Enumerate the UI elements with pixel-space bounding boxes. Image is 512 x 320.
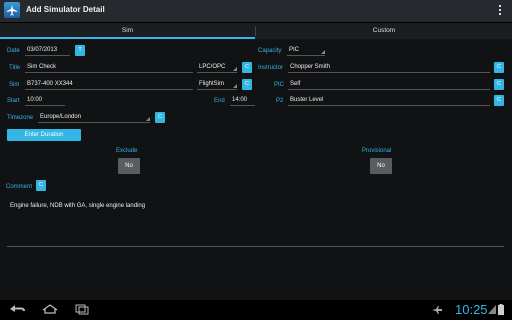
comment-label: Comment [6,184,33,190]
instructor-field[interactable]: Chopper Smith [288,61,490,73]
exclude-toggle[interactable]: No [118,158,140,174]
p2-field[interactable]: Buster Level [288,94,490,106]
pic-value: Self [290,81,301,87]
date-field[interactable]: 03/07/2013 [25,44,70,56]
end-label: End [214,98,225,104]
instructor-label: Instructor [258,65,284,71]
battery-icon [498,304,504,315]
start-label: Start [7,98,20,104]
sim-label: Sim [9,82,20,88]
home-icon[interactable] [40,303,60,315]
back-icon[interactable] [8,303,28,315]
pic-choose-button[interactable]: C [494,79,504,90]
comment-text[interactable]: Engine failure, NDB with GA, single engi… [10,203,145,209]
tab-bar: Sim Custom [0,23,512,39]
dropdown-arrow-icon [321,50,325,54]
status-clock: 10:25 [455,302,488,317]
title-type-value: LPC/OPC [199,64,226,70]
dropdown-arrow-icon [146,117,150,121]
overflow-menu-icon[interactable] [499,5,502,17]
start-field[interactable]: 10:00 [25,94,65,106]
title-type-spinner[interactable]: LPC/OPC [197,61,237,73]
wifi-icon [488,305,496,314]
sim-choose-button[interactable]: C [242,79,252,90]
capacity-value: PIC [289,47,300,53]
tab-custom[interactable]: Custom [256,23,512,39]
title-value: Sim Check [27,64,57,70]
exclude-label: Exclude [116,148,138,154]
dropdown-arrow-icon [233,84,237,88]
enter-duration-button[interactable]: Enter Duration [7,129,81,141]
recent-apps-icon[interactable] [72,303,92,315]
end-field[interactable]: 14:00 [230,94,255,106]
instructor-choose-button[interactable]: C [494,62,504,73]
title-label: Title [9,65,21,71]
start-value: 10:00 [27,97,43,103]
tab-sim[interactable]: Sim [0,23,255,39]
provisional-toggle[interactable]: No [370,158,392,174]
sim-type-value: FlightSim [199,81,225,87]
capacity-label: Capacity [258,48,282,54]
p2-value: Buster Level [290,97,324,103]
airplane-status-icon [432,306,442,314]
action-bar: Add Simulator Detail [0,0,512,23]
date-value: 03/07/2013 [27,47,58,53]
title-field[interactable]: Sim Check [25,61,193,73]
pic-label: PIC [274,82,285,88]
title-choose-button[interactable]: C [242,62,252,73]
p2-label: P2 [276,98,284,104]
comment-underline [7,246,504,247]
today-button[interactable]: T [75,45,85,56]
capacity-spinner[interactable]: PIC [287,44,325,56]
tab-divider [255,26,256,36]
sim-type-spinner[interactable]: FlightSim [197,78,237,90]
date-label: Date [7,48,20,54]
p2-choose-button[interactable]: C [494,95,504,106]
airplane-app-icon[interactable] [4,2,20,18]
instructor-value: Chopper Smith [290,64,331,70]
timezone-choose-button[interactable]: C [155,112,165,123]
page-title: Add Simulator Detail [26,5,105,14]
end-value: 14:00 [232,97,248,103]
pic-field[interactable]: Self [288,78,490,90]
system-nav-bar [0,300,512,320]
timezone-spinner[interactable]: Europe/London [38,111,150,123]
sim-field[interactable]: B737-400 XX344 [25,78,193,90]
timezone-value: Europe/London [40,114,82,120]
sim-value: B737-400 XX344 [27,81,73,87]
provisional-label: Provisional [362,148,392,154]
comment-choose-button[interactable]: C [36,180,46,191]
timezone-label: Timezone [7,115,34,121]
dropdown-arrow-icon [233,67,237,71]
